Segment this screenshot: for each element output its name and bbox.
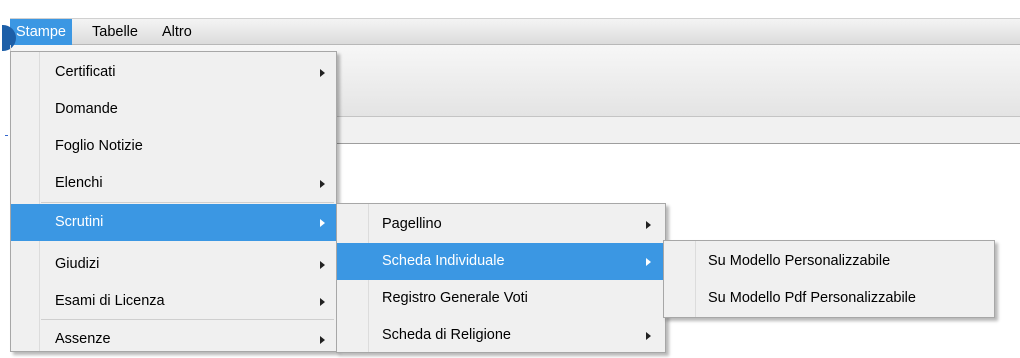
- menu-item-label: Esami di Licenza: [55, 293, 165, 309]
- submenu-arrow-icon: [646, 221, 651, 229]
- menu-item-label: Assenze: [55, 331, 111, 347]
- menu-item-elenchi[interactable]: Elenchi: [11, 165, 336, 202]
- submenu-arrow-icon: [320, 180, 325, 188]
- menu-separator: [41, 319, 334, 320]
- menu-item-scrutini[interactable]: Scrutini: [11, 204, 336, 241]
- submenu-arrow-icon: [320, 219, 325, 227]
- menu-bar: Stampe Tabelle Altro: [10, 18, 1020, 45]
- submenu-arrow-icon: [646, 332, 651, 340]
- menu-item-pagellino[interactable]: Pagellino: [337, 206, 665, 243]
- menubar-item-altro[interactable]: Altro: [156, 19, 198, 45]
- menu-item-scheda-individuale[interactable]: Scheda Individuale: [337, 243, 665, 280]
- top-strip: [0, 0, 1020, 18]
- menu-item-label: Su Modello Pdf Personalizzabile: [708, 290, 916, 306]
- menu-item-esami-di-licenza[interactable]: Esami di Licenza: [11, 283, 336, 320]
- menu-item-label: Certificati: [55, 64, 116, 80]
- submenu-arrow-icon: [320, 298, 325, 306]
- menu-item-label: Su Modello Personalizzabile: [708, 253, 891, 269]
- menu-item-label: Registro Generale Voti: [382, 290, 528, 306]
- menu-item-label: Elenchi: [55, 175, 103, 191]
- scheda-individuale-submenu: Su Modello Personalizzabile Su Modello P…: [663, 240, 995, 318]
- menu-item-label: Scheda di Religione: [382, 327, 511, 343]
- menu-item-scheda-di-religione[interactable]: Scheda di Religione: [337, 317, 665, 354]
- link-fragment[interactable]: [5, 123, 8, 136]
- menubar-item-tabelle[interactable]: Tabelle: [86, 19, 144, 45]
- submenu-arrow-icon: [320, 261, 325, 269]
- menu-item-domande[interactable]: Domande: [11, 91, 336, 128]
- menu-item-su-modello-pdf-personalizzabile[interactable]: Su Modello Pdf Personalizzabile: [664, 280, 994, 317]
- menu-item-label: Giudizi: [55, 256, 100, 272]
- submenu-arrow-icon: [320, 69, 325, 77]
- menu-item-assenze[interactable]: Assenze: [11, 321, 336, 358]
- menubar-item-stampe[interactable]: Stampe: [10, 19, 72, 45]
- submenu-arrow-icon: [320, 336, 325, 344]
- menu-item-foglio-notizie[interactable]: Foglio Notizie: [11, 128, 336, 165]
- menu-item-label: Scheda Individuale: [382, 253, 505, 269]
- menu-item-label: Pagellino: [382, 216, 442, 232]
- menu-item-giudizi[interactable]: Giudizi: [11, 246, 336, 283]
- menu-item-registro-generale-voti[interactable]: Registro Generale Voti: [337, 280, 665, 317]
- submenu-arrow-icon: [646, 258, 651, 266]
- menu-item-certificati[interactable]: Certificati: [11, 54, 336, 91]
- menu-item-label: Scrutini: [55, 214, 104, 230]
- menu-item-su-modello-personalizzabile[interactable]: Su Modello Personalizzabile: [664, 243, 994, 280]
- menu-item-label: Foglio Notizie: [55, 138, 143, 154]
- menu-separator: [41, 202, 334, 203]
- menu-item-label: Domande: [55, 101, 118, 117]
- stampe-dropdown-menu: Certificati Domande Foglio Notizie Elenc…: [10, 51, 337, 352]
- scrutini-submenu: Pagellino Scheda Individuale Registro Ge…: [336, 203, 666, 353]
